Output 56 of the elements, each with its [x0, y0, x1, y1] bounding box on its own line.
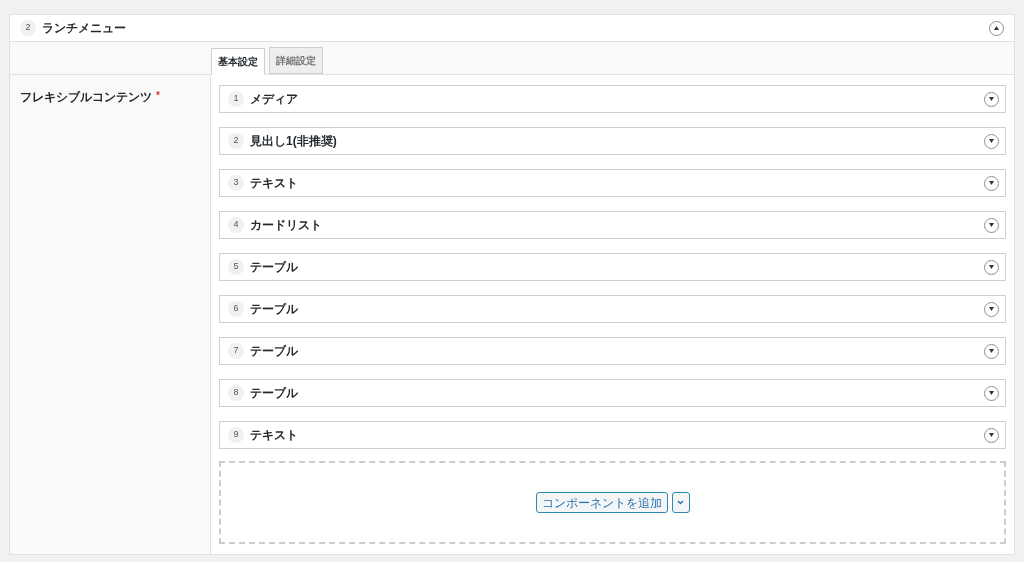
field-label: フレキシブルコンテンツ [20, 89, 152, 106]
caret-down-icon [989, 433, 994, 437]
component-row[interactable]: 9 テキスト [219, 421, 1006, 449]
order-number: 7 [228, 343, 244, 359]
component-title: テキスト [250, 175, 299, 192]
caret-down-icon [989, 223, 994, 227]
caret-down-icon [989, 307, 994, 311]
component-title: テーブル [250, 343, 299, 360]
expand-button[interactable] [984, 427, 999, 443]
order-number: 5 [228, 259, 244, 275]
caret-down-icon [989, 349, 994, 353]
order-number: 1 [228, 91, 244, 107]
component-title: テキスト [250, 427, 299, 444]
collapse-button[interactable] [989, 20, 1004, 36]
caret-up-icon [994, 26, 999, 30]
layout-title: ランチメニュー [42, 20, 127, 37]
expand-button[interactable] [984, 343, 999, 359]
expand-button[interactable] [984, 385, 999, 401]
add-component-button[interactable]: コンポーネントを追加 [535, 492, 668, 513]
expand-button[interactable] [984, 91, 999, 107]
order-number: 3 [228, 175, 244, 191]
component-row[interactable]: 6 テーブル [219, 295, 1006, 323]
caret-down-icon [989, 391, 994, 395]
component-title: カードリスト [250, 217, 323, 234]
expand-button[interactable] [984, 301, 999, 317]
order-number: 9 [228, 427, 244, 443]
required-mark: * [156, 89, 160, 103]
tab[interactable]: 詳細設定 [269, 47, 323, 74]
caret-down-icon [989, 265, 994, 269]
component-row[interactable]: 7 テーブル [219, 337, 1006, 365]
component-title: テーブル [250, 385, 299, 402]
component-title: テーブル [250, 259, 299, 276]
chevron-down-icon [677, 500, 684, 505]
component-row[interactable]: 1 メディア [219, 85, 1006, 113]
tab[interactable]: 基本設定 [211, 48, 265, 75]
component-row[interactable]: 3 テキスト [219, 169, 1006, 197]
component-row[interactable]: 2 見出し1(非推奨) [219, 127, 1006, 155]
caret-down-icon [989, 139, 994, 143]
expand-button[interactable] [984, 217, 999, 233]
expand-button[interactable] [984, 175, 999, 191]
component-row[interactable]: 5 テーブル [219, 253, 1006, 281]
caret-down-icon [989, 97, 994, 101]
order-number: 6 [228, 301, 244, 317]
order-number: 4 [228, 217, 244, 233]
order-number: 2 [228, 133, 244, 149]
component-title: メディア [250, 91, 299, 108]
component-row[interactable]: 8 テーブル [219, 379, 1006, 407]
dropdown-button[interactable] [671, 492, 690, 513]
order-number: 8 [228, 385, 244, 401]
component-title: テーブル [250, 301, 299, 318]
component-title: 見出し1(非推奨) [250, 133, 338, 150]
caret-down-icon [989, 181, 994, 185]
expand-button[interactable] [984, 259, 999, 275]
order-number: 2 [20, 20, 36, 36]
expand-button[interactable] [984, 133, 999, 149]
component-row[interactable]: 4 カードリスト [219, 211, 1006, 239]
